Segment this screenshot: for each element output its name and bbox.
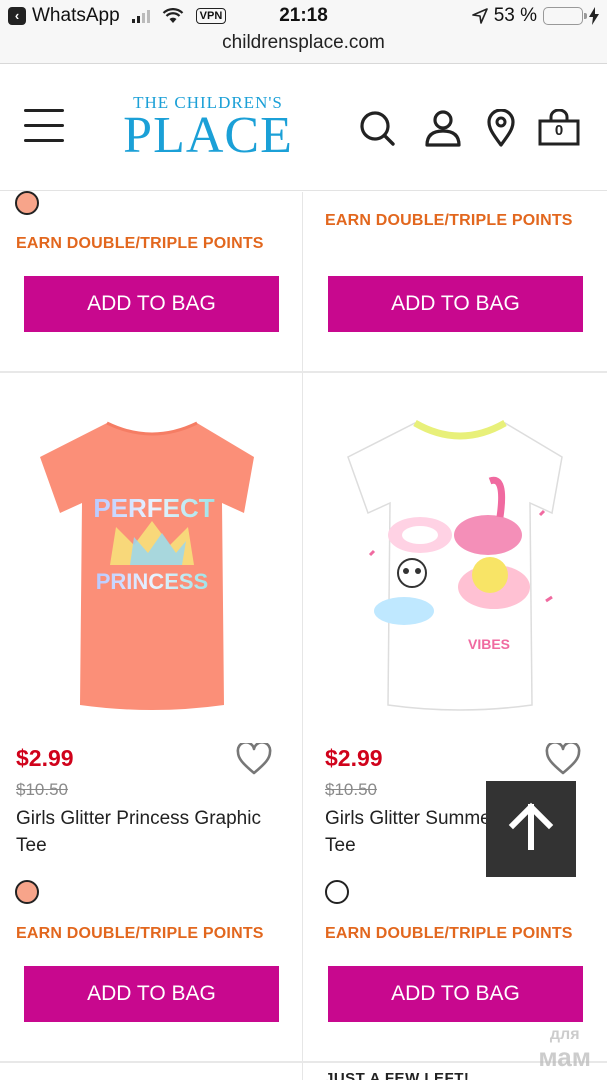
sale-price: $2.99 <box>16 745 74 771</box>
original-price: $10.50 <box>325 780 377 799</box>
menu-icon[interactable] <box>24 109 64 143</box>
promo-text: EARN DOUBLE/TRIPLE POINTS <box>16 925 264 942</box>
favorite-heart-icon[interactable] <box>236 743 272 775</box>
add-to-bag-button[interactable]: ADD TO BAG <box>328 966 583 1022</box>
store-locator-icon[interactable] <box>482 109 520 147</box>
sale-price: $2.99 <box>325 745 383 771</box>
product-image[interactable]: VIBES <box>330 405 590 715</box>
account-icon[interactable] <box>424 109 462 147</box>
color-swatch[interactable] <box>325 880 349 904</box>
promo-text: EARN DOUBLE/TRIPLE POINTS <box>325 212 573 229</box>
shopping-bag-button[interactable]: 0 <box>538 108 580 147</box>
stock-label-partial: JUST A FEW LEFT! <box>325 1070 470 1080</box>
logo-line2: PLACE <box>123 107 293 164</box>
brand-logo[interactable]: THE CHILDREN'S PLACE <box>118 93 298 164</box>
white-tshirt-graphic: VIBES <box>347 419 563 711</box>
tee-print-top: PERFECT <box>93 493 214 523</box>
product-name[interactable]: Girls Glitter Princess Graphic Tee <box>16 805 276 859</box>
pink-tshirt-graphic: PERFECT PRINCESS <box>40 421 254 710</box>
status-bar-right: 53 % <box>471 5 599 27</box>
site-header: THE CHILDREN'S PLACE 0 <box>0 65 607 191</box>
location-arrow-icon <box>471 8 488 24</box>
color-swatch[interactable] <box>15 880 39 904</box>
status-bar: ‹ WhatsApp VPN 21:18 53 % <box>0 0 607 32</box>
battery-percent: 53 % <box>493 5 537 26</box>
favorite-heart-icon[interactable] <box>545 743 581 775</box>
back-to-top-button[interactable] <box>486 781 576 877</box>
row-divider <box>0 1061 607 1063</box>
charging-bolt-icon <box>589 7 599 25</box>
search-icon[interactable] <box>358 109 396 147</box>
watermark-line2: мам <box>538 1042 591 1072</box>
tee-print-bottom: PRINCESS <box>96 569 208 594</box>
row-divider <box>0 371 607 373</box>
color-swatch[interactable] <box>15 191 39 215</box>
arrow-up-icon <box>508 802 554 850</box>
add-to-bag-button[interactable]: ADD TO BAG <box>24 276 279 332</box>
bag-count: 0 <box>554 122 564 139</box>
product-image[interactable]: PERFECT PRINCESS <box>22 405 282 715</box>
add-to-bag-button[interactable]: ADD TO BAG <box>24 966 279 1022</box>
watermark: для мам <box>538 1024 591 1072</box>
battery-icon <box>543 7 587 25</box>
original-price: $10.50 <box>16 780 68 799</box>
grid-column-divider <box>302 192 303 1080</box>
add-to-bag-button[interactable]: ADD TO BAG <box>328 276 583 332</box>
promo-text: EARN DOUBLE/TRIPLE POINTS <box>16 235 264 252</box>
promo-text: EARN DOUBLE/TRIPLE POINTS <box>325 925 573 942</box>
address-bar[interactable]: childrensplace.com <box>0 32 607 64</box>
tee-print-word: VIBES <box>468 636 510 652</box>
